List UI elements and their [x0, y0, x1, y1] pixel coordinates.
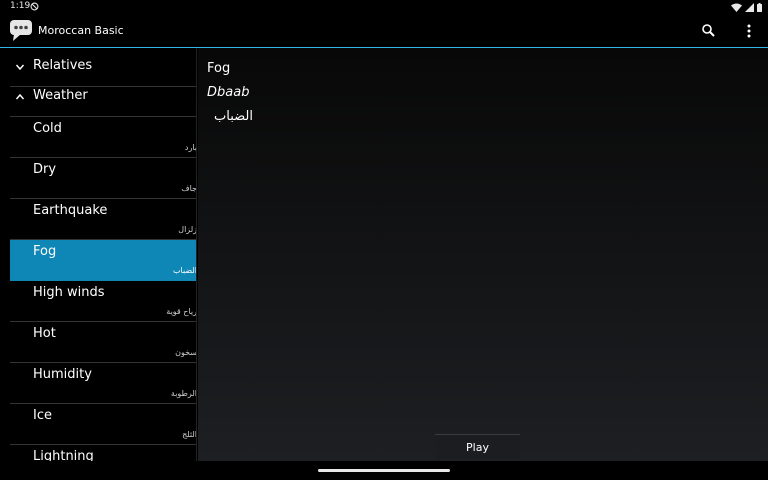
action-bar: Moroccan Basic [0, 14, 768, 48]
item-english: Hot [33, 326, 56, 341]
speech-bubble-icon[interactable] [9, 18, 33, 42]
home-gesture-handle[interactable] [318, 469, 450, 472]
do-not-disturb-icon [30, 2, 39, 11]
status-icons [731, 2, 762, 12]
more-vert-icon[interactable] [740, 22, 758, 40]
group-label: Relatives [33, 58, 93, 73]
phrase-list[interactable]: Relatives Weather Cold بارد Dry جاف Eart… [0, 48, 197, 461]
status-bar: 1:19 [0, 0, 768, 14]
item-arabic: الضباب [173, 266, 197, 275]
list-item[interactable]: High winds رياح قوية [10, 281, 197, 322]
group-label: Weather [33, 88, 88, 103]
detail-english: Fog [207, 61, 231, 76]
battery-icon [757, 2, 762, 12]
wifi-icon [731, 3, 742, 12]
item-english: Ice [33, 408, 52, 423]
chevron-up-icon [15, 93, 25, 100]
item-english: Earthquake [33, 203, 108, 218]
search-icon[interactable] [700, 22, 718, 40]
list-item[interactable]: Humidity الرطوبة [10, 363, 197, 404]
phrase-detail: Fog Dbaab الضباب Play [198, 48, 768, 461]
item-english: High winds [33, 285, 105, 300]
item-english: Humidity [33, 367, 92, 382]
item-arabic: رياح قوية [166, 307, 197, 316]
status-time: 1:19 [10, 1, 31, 11]
item-arabic: الرطوبة [170, 389, 197, 398]
item-arabic: جاف [181, 184, 197, 193]
play-button[interactable]: Play [435, 434, 520, 459]
list-item-selected[interactable]: Fog الضباب [10, 240, 197, 281]
detail-transliteration: Dbaab [207, 85, 250, 100]
item-english: Fog [33, 244, 57, 259]
item-arabic: بارد [184, 143, 197, 152]
list-item[interactable]: Cold بارد [10, 117, 197, 158]
item-english: Dry [33, 162, 57, 177]
detail-arabic: الضباب [214, 109, 253, 124]
chevron-down-icon [15, 64, 25, 71]
item-arabic: سخون [175, 348, 197, 357]
group-header-weather[interactable]: Weather [10, 78, 196, 117]
signal-icon [745, 2, 754, 12]
item-english: Cold [33, 121, 62, 136]
list-item[interactable]: Lightning [10, 445, 196, 461]
item-arabic: زلزال [178, 225, 197, 234]
list-item[interactable]: Dry جاف [10, 158, 197, 199]
list-item[interactable]: Earthquake زلزال [10, 199, 197, 240]
list-item[interactable]: Hot سخون [10, 322, 197, 363]
item-english: Lightning [33, 449, 94, 461]
item-arabic: الثلج [182, 430, 197, 439]
list-item[interactable]: Ice الثلج [10, 404, 197, 445]
app-title: Moroccan Basic [38, 24, 124, 37]
navigation-bar [0, 461, 768, 480]
